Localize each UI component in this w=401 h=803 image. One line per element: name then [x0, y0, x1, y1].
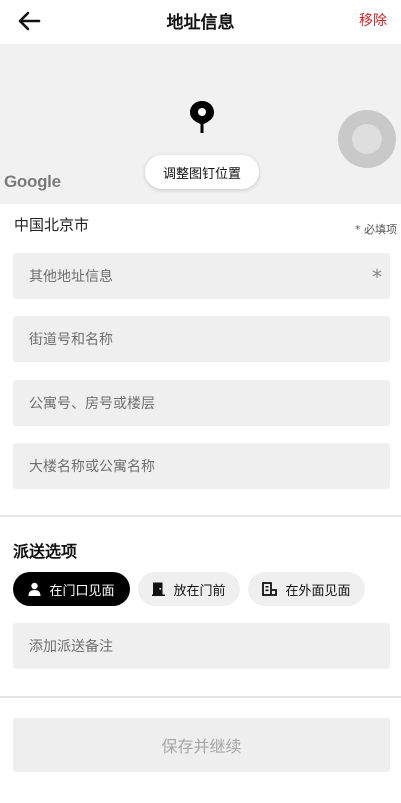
building-placeholder: 大楼名称或公寓名称 [29, 459, 155, 475]
city-label: 中国北京市 [14, 216, 90, 234]
required-note: * 必填项 [355, 223, 397, 236]
required-mark: * [372, 265, 382, 289]
save-and-continue-button[interactable]: 保存并继续 [13, 718, 390, 772]
street-placeholder: 街道号和名称 [29, 332, 113, 348]
door-icon [152, 582, 166, 596]
option-meet-at-door[interactable]: 在门口见面 [13, 572, 130, 606]
other-address-input[interactable]: 其他地址信息 * [13, 253, 390, 299]
building-input[interactable]: 大楼名称或公寓名称 [13, 443, 390, 489]
top-bar: 地址信息 移除 [0, 0, 401, 42]
delivery-notes-input[interactable]: 添加派送备注 [13, 623, 390, 669]
section-divider [0, 515, 401, 517]
street-input[interactable]: 街道号和名称 [13, 316, 390, 362]
option-label: 在外面见面 [285, 583, 351, 599]
map-pin-icon [190, 101, 214, 133]
current-location-button[interactable] [338, 110, 396, 168]
option-label: 放在门前 [173, 583, 226, 599]
option-leave-at-door[interactable]: 放在门前 [138, 572, 240, 606]
other-address-placeholder: 其他地址信息 [29, 269, 113, 285]
apartment-input[interactable]: 公寓号、房号或楼层 [13, 380, 390, 426]
google-logo: Google [4, 172, 61, 191]
option-label: 在门口见面 [49, 583, 115, 599]
footer-divider [0, 696, 401, 698]
delivery-notes-placeholder: 添加派送备注 [29, 639, 113, 655]
person-icon [28, 582, 41, 596]
option-meet-outside[interactable]: 在外面见面 [248, 572, 365, 606]
page-title: 地址信息 [166, 13, 235, 33]
apartment-placeholder: 公寓号、房号或楼层 [29, 396, 155, 412]
building-icon [262, 582, 278, 596]
adjust-pin-button[interactable]: 调整图钉位置 [145, 155, 259, 189]
remove-button[interactable]: 移除 [359, 10, 387, 30]
delivery-options-title: 派送选项 [13, 542, 78, 561]
